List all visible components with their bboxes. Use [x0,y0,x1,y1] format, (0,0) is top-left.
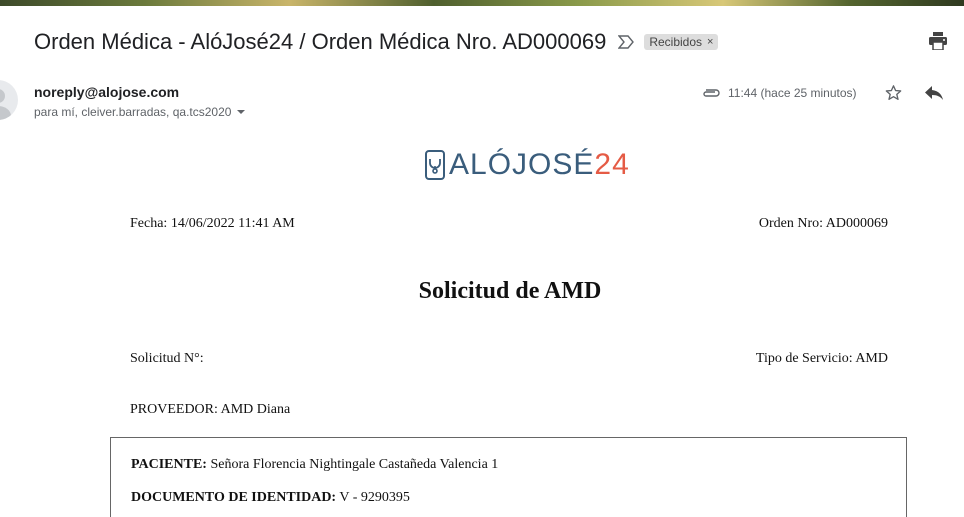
sender-email[interactable]: noreply@alojose.com [34,84,179,100]
remove-label-button[interactable]: × [707,36,713,48]
email-subject-row: Orden Médica - AlóJosé24 / Orden Médica … [34,27,719,57]
important-marker-icon[interactable] [618,35,635,49]
provider: PROVEEDOR: AMD Diana [130,402,291,417]
patient-name: Señora Florencia Nightingale Castañeda V… [210,457,499,472]
label-chip-inbox[interactable]: Recibidos × [644,34,719,50]
service-type: Tipo de Servicio: AMD [755,351,888,366]
recipients-text: para mí, cleiver.barradas, qa.tcs2020 [34,105,232,119]
email-meta: 11:44 (hace 25 minutos) [702,84,857,102]
alojose-logo: ALÓJOSÉ24 [424,150,630,180]
avatar-icon [0,89,11,120]
patient-row: PACIENTE: Señora Florencia Nightingale C… [131,457,498,473]
logo-text: ALÓJOSÉ24 [449,150,630,180]
recipients-dropdown-icon[interactable] [237,110,246,114]
email-time: 11:44 (hace 25 minutos) [728,86,857,100]
star-icon[interactable] [884,84,903,102]
header-banner-image [0,0,964,6]
logo-number: 24 [594,148,630,181]
reply-icon[interactable] [924,85,944,101]
document-title: Solicitud de AMD [418,278,602,304]
request-number: Solicitud N°: [130,351,204,366]
print-icon[interactable] [928,32,948,50]
sender-avatar [0,80,18,120]
stethoscope-phone-icon [425,150,445,180]
id-document-value: V - 9290395 [339,490,410,505]
order-date: Fecha: 14/06/2022 11:41 AM [130,216,295,231]
order-number: Orden Nro: AD000069 [758,216,888,231]
id-document-label: DOCUMENTO DE IDENTIDAD: [131,490,337,505]
label-chip-text: Recibidos [649,35,703,49]
logo-name: ALÓJOSÉ [449,148,595,181]
recipients[interactable]: para mí, cleiver.barradas, qa.tcs2020 [34,105,246,119]
id-document-row: DOCUMENTO DE IDENTIDAD: V - 9290395 [131,490,410,506]
email-subject: Orden Médica - AlóJosé24 / Orden Médica … [34,29,607,54]
paperclip-icon [703,89,720,97]
patient-label: PACIENTE: [131,457,207,472]
